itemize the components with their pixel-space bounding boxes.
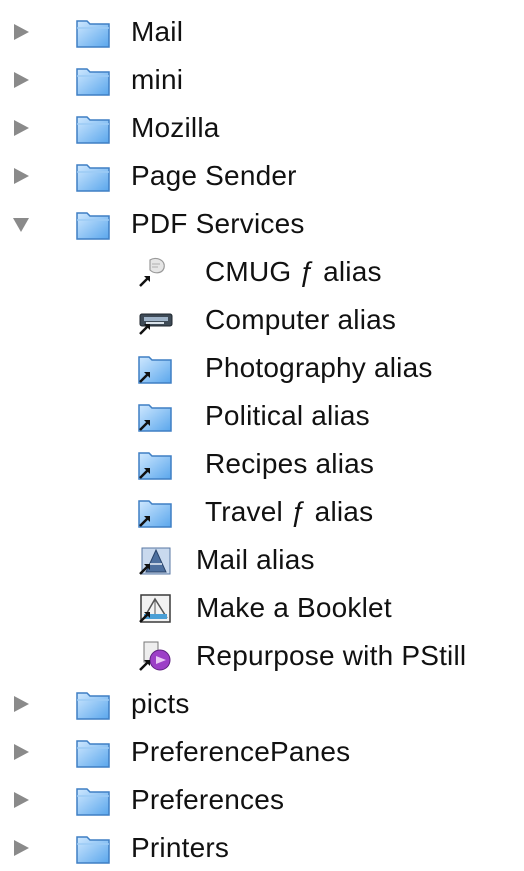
- disclosure-triangle-collapsed-icon[interactable]: [10, 117, 32, 139]
- folder-icon: [76, 692, 110, 720]
- tree-item-printers[interactable]: Printers: [0, 826, 524, 870]
- tree-item-label: PreferencePanes: [131, 736, 351, 767]
- alias-folder-icon: [138, 500, 172, 528]
- folder-icon: [76, 20, 110, 48]
- tree-item-picts[interactable]: picts: [0, 682, 524, 726]
- disclosure-triangle-collapsed-icon[interactable]: [10, 837, 32, 859]
- tree-item-label: Mozilla: [131, 112, 220, 143]
- tree-item-mail[interactable]: Mail: [0, 10, 524, 54]
- tree-item-label: Page Sender: [131, 160, 297, 191]
- alias-computer-icon: [139, 313, 173, 335]
- tree-item-preferencepanes[interactable]: PreferencePanes: [0, 730, 524, 774]
- tree-item-cmug-alias[interactable]: CMUG ƒ alias: [0, 250, 524, 294]
- tree-item-label: mini: [131, 64, 184, 95]
- tree-item-label: Recipes alias: [205, 448, 375, 479]
- alias-generic-icon: [139, 257, 165, 287]
- tree-item-label: Printers: [131, 832, 230, 863]
- tree-item-political-alias[interactable]: Political alias: [0, 394, 524, 438]
- tree-item-label: Computer alias: [205, 304, 397, 335]
- mail-app-alias-icon: [139, 547, 171, 575]
- tree-item-label: PDF Services: [131, 208, 305, 239]
- alias-folder-icon: [138, 452, 172, 480]
- file-tree: Mail mini Mozilla Page Sender PDF Servic…: [0, 0, 524, 871]
- pstill-app-alias-icon: [139, 641, 171, 671]
- disclosure-triangle-collapsed-icon[interactable]: [10, 165, 32, 187]
- tree-item-label: Photography alias: [205, 352, 433, 383]
- tree-item-label: Preferences: [131, 784, 285, 815]
- folder-icon: [76, 116, 110, 144]
- disclosure-triangle-collapsed-icon[interactable]: [10, 693, 32, 715]
- tree-item-travel-alias[interactable]: Travel ƒ alias: [0, 490, 524, 534]
- tree-item-label: Travel ƒ alias: [205, 496, 374, 527]
- disclosure-triangle-collapsed-icon[interactable]: [10, 69, 32, 91]
- tree-item-label: CMUG ƒ alias: [205, 256, 382, 287]
- disclosure-triangle-expanded-icon[interactable]: [10, 213, 32, 235]
- disclosure-triangle-collapsed-icon[interactable]: [10, 21, 32, 43]
- tree-item-label: Make a Booklet: [196, 592, 392, 623]
- tree-item-mini[interactable]: mini: [0, 58, 524, 102]
- tree-item-make-a-booklet[interactable]: Make a Booklet: [0, 586, 524, 630]
- tree-item-mail-alias[interactable]: Mail alias: [0, 538, 524, 582]
- disclosure-triangle-collapsed-icon[interactable]: [10, 789, 32, 811]
- tree-item-label: Political alias: [205, 400, 370, 431]
- folder-icon: [76, 788, 110, 816]
- tree-item-label: Repurpose with PStill: [196, 640, 467, 671]
- folder-icon: [76, 740, 110, 768]
- tree-item-preferences[interactable]: Preferences: [0, 778, 524, 822]
- tree-item-label: Mail: [131, 16, 184, 47]
- tree-item-page-sender[interactable]: Page Sender: [0, 154, 524, 198]
- tree-item-repurpose-with-pstill[interactable]: Repurpose with PStill: [0, 634, 524, 678]
- booklet-app-alias-icon: [139, 594, 171, 623]
- alias-folder-icon: [138, 404, 172, 432]
- tree-item-label: Mail alias: [196, 544, 315, 575]
- folder-icon: [76, 212, 110, 240]
- tree-item-recipes-alias[interactable]: Recipes alias: [0, 442, 524, 486]
- folder-icon: [76, 836, 110, 864]
- folder-icon: [76, 68, 110, 96]
- tree-item-label: picts: [131, 688, 190, 719]
- alias-folder-icon: [138, 356, 172, 384]
- tree-item-mozilla[interactable]: Mozilla: [0, 106, 524, 150]
- tree-item-pdf-services[interactable]: PDF Services: [0, 202, 524, 246]
- folder-icon: [76, 164, 110, 192]
- disclosure-triangle-collapsed-icon[interactable]: [10, 741, 32, 763]
- tree-item-photography-alias[interactable]: Photography alias: [0, 346, 524, 390]
- tree-item-computer-alias[interactable]: Computer alias: [0, 298, 524, 342]
